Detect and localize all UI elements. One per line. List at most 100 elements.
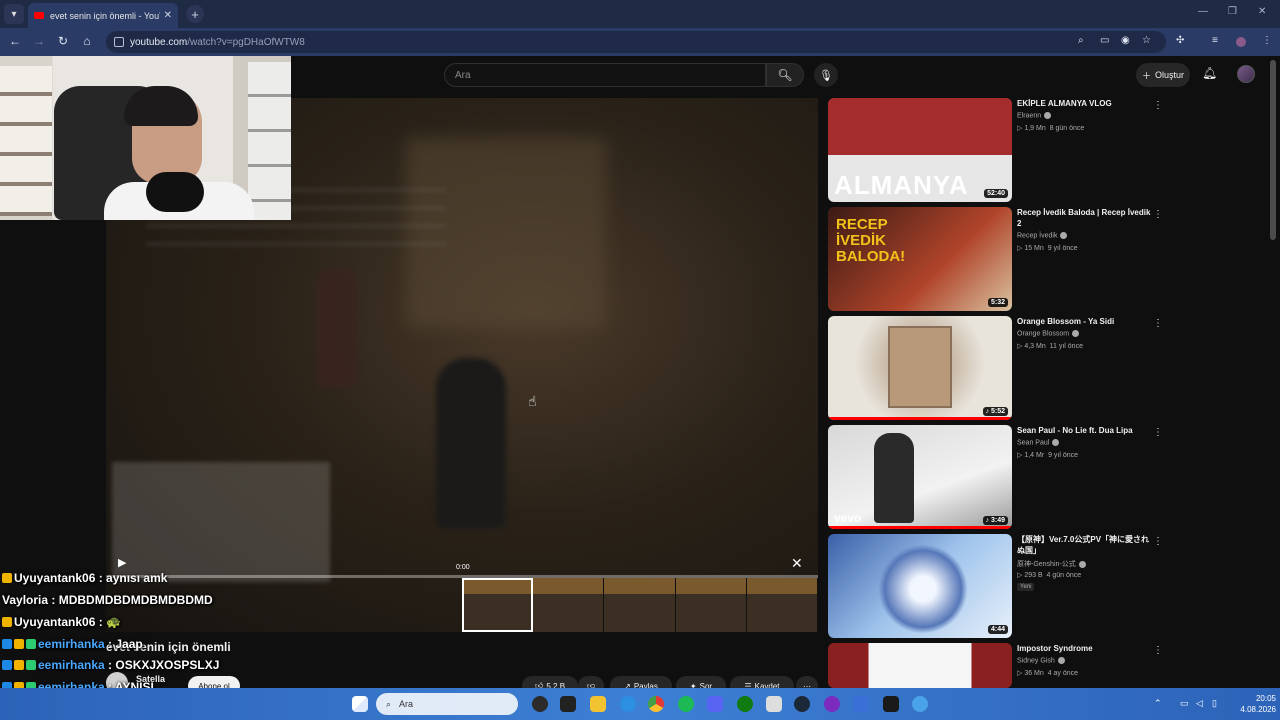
home-icon[interactable]: ⌂ [79, 34, 95, 48]
address-bar-row: ← → ↻ ⌂ youtube.com/watch?v=pgDHaOfWTW8 … [0, 28, 1280, 56]
more-options-icon[interactable]: ⋮ [1153, 318, 1163, 329]
search-icon[interactable]: 🔍︎ [766, 63, 804, 87]
battery-icon[interactable]: ▯ [1212, 698, 1217, 709]
app-globe-icon[interactable] [912, 696, 928, 712]
close-preview-icon[interactable]: ✕ [791, 555, 803, 572]
recommendation-thumbnail[interactable]: RECEP İVEDİK BALODA! 5:32 [828, 207, 1012, 311]
extensions-icon[interactable]: ✣ [1176, 35, 1184, 46]
window-close-icon[interactable]: ✕ [1258, 6, 1266, 17]
mod-badge-icon [2, 639, 12, 649]
microphone-icon[interactable]: 🎙︎ [814, 63, 838, 87]
recommendation-thumbnail[interactable]: ♪ 5:52 [828, 316, 1012, 420]
tab-search-icon[interactable]: ▾ [4, 4, 24, 24]
network-icon[interactable]: ▭ [1180, 698, 1189, 709]
recommendation-item[interactable]: 4:44 【原神】Ver.7.0公式PV「神に愛されぬ国」 原神-Genshin… [828, 534, 1168, 638]
discord-icon[interactable] [707, 696, 723, 712]
file-explorer-icon[interactable] [590, 696, 606, 712]
scrub-thumbnail[interactable] [533, 578, 605, 632]
screen: ▾ evet senin için önemli - YouTube ✕ + —… [0, 0, 1280, 720]
profile-avatar-icon[interactable] [1236, 37, 1246, 47]
recommendation-channel[interactable]: Elraenn [1017, 112, 1052, 119]
recommendation-title[interactable]: Recep İvedik Baloda | Recep İvedik 2 [1017, 207, 1153, 229]
recommendation-thumbnail[interactable]: 4:44 [828, 534, 1012, 638]
url-field[interactable]: youtube.com/watch?v=pgDHaOfWTW8 [106, 31, 1166, 53]
recommendation-item[interactable]: ♪ 5:52 Orange Blossom - Ya Sidi Orange B… [828, 316, 1168, 420]
more-options-icon[interactable]: ⋮ [1153, 427, 1163, 438]
recommendation-channel[interactable]: 原神-Genshin-公式 [1017, 559, 1086, 569]
xbox-icon[interactable] [737, 696, 753, 712]
notifications-bell-icon[interactable]: 🔔︎ [1202, 66, 1217, 80]
page-scrollbar[interactable] [1270, 60, 1276, 240]
taskbar-clock[interactable]: 20:05 4.08.2026 [1226, 693, 1276, 715]
spotify-icon[interactable] [678, 696, 694, 712]
scrub-thumbnail-strip[interactable] [462, 578, 819, 632]
tray-chevron-icon[interactable]: ⌃ [1154, 698, 1162, 709]
minimize-icon[interactable]: — [1198, 6, 1208, 17]
recommendation-title[interactable]: Orange Blossom - Ya Sidi [1017, 316, 1153, 327]
scrub-thumbnail[interactable] [675, 578, 747, 632]
bookmark-star-icon[interactable]: ☆ [1142, 35, 1151, 46]
recommendation-title[interactable]: EKİPLE ALMANYA VLOG [1017, 98, 1153, 109]
crown-badge-icon [2, 617, 12, 627]
recommendation-item[interactable]: RECEP İVEDİK BALODA! 5:32 Recep İvedik B… [828, 207, 1168, 311]
start-icon[interactable] [352, 696, 368, 712]
recommendation-title[interactable]: 【原神】Ver.7.0公式PV「神に愛されぬ国」 [1017, 534, 1153, 556]
more-options-icon[interactable]: ⋮ [1153, 645, 1163, 656]
recommendation-thumbnail[interactable]: vevo ♪ 3:49 [828, 425, 1012, 529]
recommendation-channel[interactable]: Recep İvedik [1017, 232, 1068, 239]
recommendation-item[interactable]: vevo ♪ 3:49 Sean Paul - No Lie ft. Dua L… [828, 425, 1168, 529]
steam-icon[interactable] [794, 696, 810, 712]
scrub-thumbnail[interactable] [746, 578, 819, 632]
chrome-icon[interactable] [648, 696, 664, 712]
site-info-icon[interactable] [114, 37, 124, 47]
verified-icon [1057, 657, 1065, 664]
more-options-icon[interactable]: ⋮ [1153, 536, 1163, 547]
recommendation-thumbnail[interactable]: ALMANYA 52:40 [828, 98, 1012, 202]
play-icon[interactable]: ▶ [118, 556, 126, 569]
reload-icon[interactable]: ↻ [55, 34, 71, 48]
edge-icon[interactable] [620, 696, 636, 712]
recommendation-title[interactable]: Sean Paul - No Lie ft. Dua Lipa [1017, 425, 1153, 436]
zoom-icon[interactable]: ⌕ [1078, 35, 1084, 46]
media-control-icon[interactable]: ≡ [1212, 35, 1218, 46]
taskbar-search[interactable]: ⌕ Ara [376, 693, 518, 715]
recommendation-title[interactable]: Impostor Syndrome [1017, 643, 1153, 654]
create-button[interactable]: ＋ Oluştur [1136, 63, 1190, 87]
browser-tab[interactable]: evet senin için önemli - YouTube ✕ [28, 3, 178, 28]
recommendation-meta: ▷ 36 Mn 4 ay önce [1017, 670, 1079, 677]
streamer-webcam [0, 56, 291, 220]
more-options-icon[interactable]: ⋮ [1153, 100, 1163, 111]
scrub-thumbnail[interactable] [604, 578, 676, 632]
recommendation-item[interactable]: ALMANYA 52:40 EKİPLE ALMANYA VLOG Elraen… [828, 98, 1168, 202]
app-blue-icon[interactable] [853, 696, 869, 712]
search-input[interactable]: Ara [444, 63, 766, 87]
verified-icon [1060, 232, 1068, 239]
recommendation-channel[interactable]: Sidney Gish [1017, 657, 1065, 664]
capcut-icon[interactable] [560, 696, 576, 712]
obs-icon[interactable] [532, 696, 548, 712]
epic-games-icon[interactable] [883, 696, 899, 712]
recommendation-channel[interactable]: Orange Blossom [1017, 330, 1080, 337]
new-tab-button[interactable]: + [186, 5, 204, 23]
recommendation-meta: ▷ 4,3 Mn 11 yıl önce [1017, 343, 1083, 350]
volume-icon[interactable]: ◁ [1196, 698, 1203, 709]
scrub-thumbnail[interactable] [462, 578, 534, 632]
browser-menu-icon[interactable]: ⋮ [1262, 35, 1272, 46]
back-icon[interactable]: ← [7, 34, 23, 48]
eye-off-icon[interactable]: ◉ [1121, 35, 1130, 46]
cast-icon[interactable]: ▭ [1100, 35, 1109, 46]
more-options-icon[interactable]: ⋮ [1153, 209, 1163, 220]
recommendation-thumbnail[interactable] [828, 643, 1012, 688]
account-avatar[interactable] [1237, 65, 1255, 83]
mod-badge-icon [2, 660, 12, 670]
recommendation-channel[interactable]: Sean Paul [1017, 439, 1060, 446]
recommendation-item[interactable]: Impostor Syndrome Sidney Gish ▷ 36 Mn 4 … [828, 643, 1168, 688]
tab-close-icon[interactable]: ✕ [164, 10, 172, 21]
clock-time: 20:05 [1255, 694, 1276, 703]
windows-taskbar: ⌕ Ara ⌃ ▭ ◁ ▯ 20:05 4.08.2026 [0, 688, 1280, 720]
maximize-icon[interactable]: ❐ [1228, 6, 1237, 17]
forward-icon[interactable]: → [31, 34, 47, 48]
thumbnail-text: RECEP İVEDİK BALODA! [836, 216, 906, 265]
app-icon[interactable] [766, 696, 782, 712]
app-purple-icon[interactable] [824, 696, 840, 712]
